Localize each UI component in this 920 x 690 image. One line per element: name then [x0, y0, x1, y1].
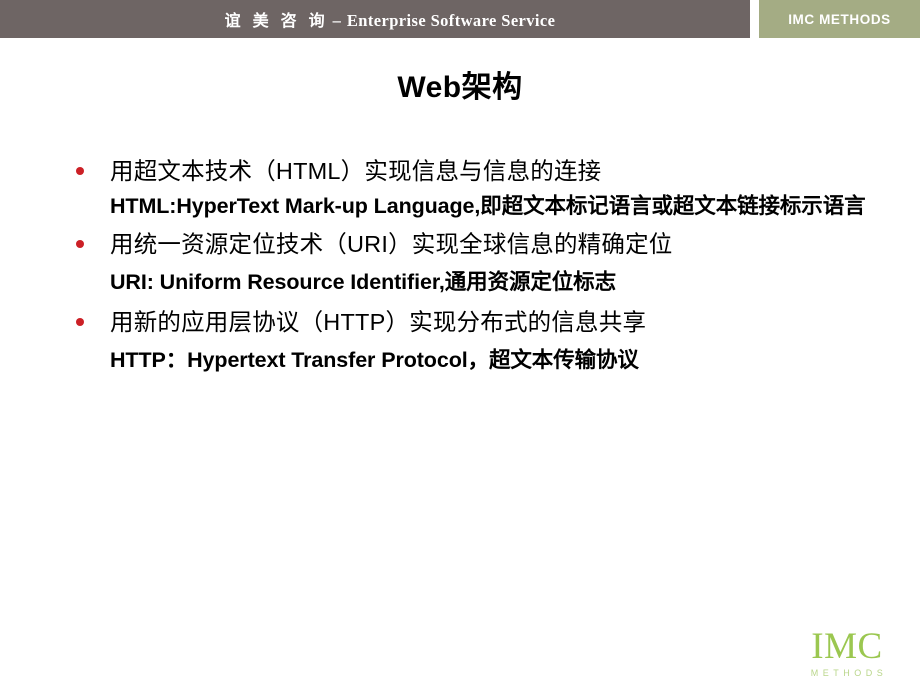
bullet-item-main-text: 用统一资源定位技术（URI）实现全球信息的精确定位 [110, 231, 673, 257]
bullet-item-sub: URI: Uniform Resource Identifier,通用资源定位标… [110, 270, 616, 294]
bullet-group: 用统一资源定位技术（URI）实现全球信息的精确定位 URI: Uniform R… [62, 225, 872, 301]
header-title-text: 谊 美 咨 询 – Enterprise Software Service [195, 7, 556, 31]
bullet-group: 用新的应用层协议（HTTP）实现分布式的信息共享 HTTP：Hypertext … [62, 303, 872, 379]
bullet-item-main-text: 用新的应用层协议（HTTP）实现分布式的信息共享 [110, 309, 647, 335]
bullet-dot-icon [76, 240, 84, 248]
header-company-en: Enterprise Software Service [346, 11, 556, 30]
bullet-item-sub: HTTP：Hypertext Transfer Protocol，超文本传输协议 [110, 348, 639, 372]
slide-header: 谊 美 咨 询 – Enterprise Software Service IMC … [0, 0, 920, 38]
bullet-group: 用超文本技术（HTML）实现信息与信息的连接 HTML:HyperText Ma… [62, 152, 872, 223]
bullet-item-main: 用新的应用层协议（HTTP）实现分布式的信息共享 [62, 303, 872, 341]
page-title: Web架构 [397, 71, 523, 104]
bullet-item-main: 用超文本技术（HTML）实现信息与信息的连接 [62, 152, 872, 190]
bullet-dot-icon [76, 167, 84, 175]
bullet-item-sub: HTML:HyperText Mark-up Language,即超文本标记语言… [110, 194, 866, 218]
slide-body: 用超文本技术（HTML）实现信息与信息的连接 HTML:HyperText Ma… [62, 152, 872, 381]
bullet-dot-icon [76, 318, 84, 326]
header-brand-badge-label: IMC METHODS [788, 11, 891, 27]
header-brand-badge: IMC METHODS [759, 0, 920, 38]
footer-logo-wordmark: IMC [811, 626, 883, 667]
header-company-cn: 谊 美 咨 询 [224, 13, 329, 30]
footer-logo: IMC METHODS [793, 628, 901, 678]
header-dash: – [332, 11, 343, 30]
header-title-bar: 谊 美 咨 询 – Enterprise Software Service [0, 0, 750, 38]
bullet-item-main-text: 用超文本技术（HTML）实现信息与信息的连接 [110, 158, 602, 184]
footer-logo-tagline: METHODS [810, 668, 888, 678]
bullet-item-main: 用统一资源定位技术（URI）实现全球信息的精确定位 [62, 225, 872, 263]
